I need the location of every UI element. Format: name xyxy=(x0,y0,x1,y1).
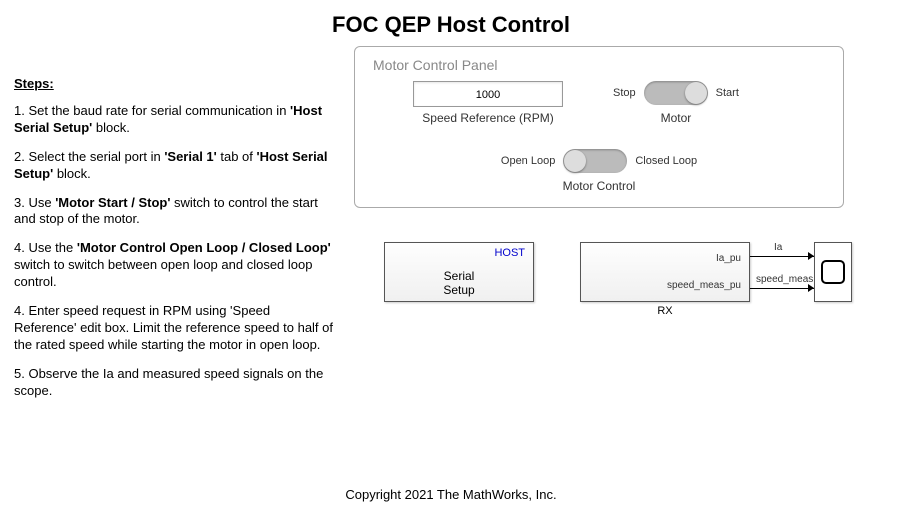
text-bold: 'Motor Control Open Loop / Closed Loop' xyxy=(77,240,331,255)
step-3: 3. Use 'Motor Start / Stop' switch to co… xyxy=(14,195,334,229)
loop-toggle-row: Open Loop Closed Loop xyxy=(373,149,825,173)
host-block-text: Serial Setup xyxy=(385,269,533,297)
instructions-column: Steps: 1. Set the baud rate for serial c… xyxy=(14,46,354,411)
text-bold: 'Serial 1' xyxy=(164,149,216,164)
text: block. xyxy=(92,120,130,135)
text: block. xyxy=(53,166,91,181)
page-title: FOC QEP Host Control xyxy=(0,0,902,46)
text: switch to switch between open loop and c… xyxy=(14,257,312,289)
host-tag: HOST xyxy=(494,247,525,259)
scope-block[interactable] xyxy=(814,242,852,302)
motor-label: Motor xyxy=(613,111,739,125)
text: 4. Use the xyxy=(14,240,77,255)
toggle-knob xyxy=(685,82,707,104)
host-serial-setup-block[interactable]: HOST Serial Setup xyxy=(384,242,534,302)
motor-toggle-row: Stop Start xyxy=(613,81,739,105)
model-column: Motor Control Panel 1000 Speed Reference… xyxy=(354,46,888,411)
simulink-diagram: HOST Serial Setup Ia_pu speed_meas_pu RX… xyxy=(354,236,854,336)
open-loop-label: Open Loop xyxy=(501,155,555,167)
rx-output-port-speed: speed_meas_pu xyxy=(667,280,741,291)
motor-stop-label: Stop xyxy=(613,87,636,99)
content-area: Steps: 1. Set the baud rate for serial c… xyxy=(0,46,902,411)
speed-reference-group: 1000 Speed Reference (RPM) xyxy=(413,81,563,125)
speed-reference-label: Speed Reference (RPM) xyxy=(413,111,563,125)
steps-heading: Steps: xyxy=(14,76,334,91)
panel-row-top: 1000 Speed Reference (RPM) Stop Start Mo… xyxy=(373,81,825,125)
motor-control-label: Motor Control xyxy=(373,179,825,193)
step-5: 4. Enter speed request in RPM using 'Spe… xyxy=(14,303,334,354)
signal-label-speed: speed_meas xyxy=(756,274,813,285)
signal-label-ia: Ia xyxy=(774,242,782,253)
speed-reference-input[interactable]: 1000 xyxy=(413,81,563,107)
signal-wire-ia xyxy=(750,256,814,257)
text: Serial xyxy=(444,269,475,283)
motor-start-label: Start xyxy=(716,87,739,99)
panel-row-bottom: Open Loop Closed Loop Motor Control xyxy=(373,149,825,193)
copyright-text: Copyright 2021 The MathWorks, Inc. xyxy=(0,487,902,502)
rx-block[interactable]: Ia_pu speed_meas_pu RX xyxy=(580,242,750,302)
signal-wire-speed xyxy=(750,288,814,289)
step-6: 5. Observe the Ia and measured speed sig… xyxy=(14,366,334,400)
closed-loop-label: Closed Loop xyxy=(635,155,697,167)
text-bold: 'Motor Start / Stop' xyxy=(55,195,170,210)
text: Setup xyxy=(443,283,474,297)
motor-control-panel: Motor Control Panel 1000 Speed Reference… xyxy=(354,46,844,208)
rx-block-label: RX xyxy=(581,305,749,317)
text: 2. Select the serial port in xyxy=(14,149,164,164)
step-2: 2. Select the serial port in 'Serial 1' … xyxy=(14,149,334,183)
toggle-knob xyxy=(564,150,586,172)
scope-icon xyxy=(821,260,845,284)
text: 3. Use xyxy=(14,195,55,210)
text: 1. Set the baud rate for serial communic… xyxy=(14,103,290,118)
motor-switch-group: Stop Start Motor xyxy=(613,81,739,125)
motor-start-stop-toggle[interactable] xyxy=(644,81,708,105)
panel-title: Motor Control Panel xyxy=(373,57,825,73)
step-1: 1. Set the baud rate for serial communic… xyxy=(14,103,334,137)
text: tab of xyxy=(217,149,257,164)
rx-output-port-ia: Ia_pu xyxy=(716,253,741,264)
motor-control-loop-toggle[interactable] xyxy=(563,149,627,173)
step-4: 4. Use the 'Motor Control Open Loop / Cl… xyxy=(14,240,334,291)
